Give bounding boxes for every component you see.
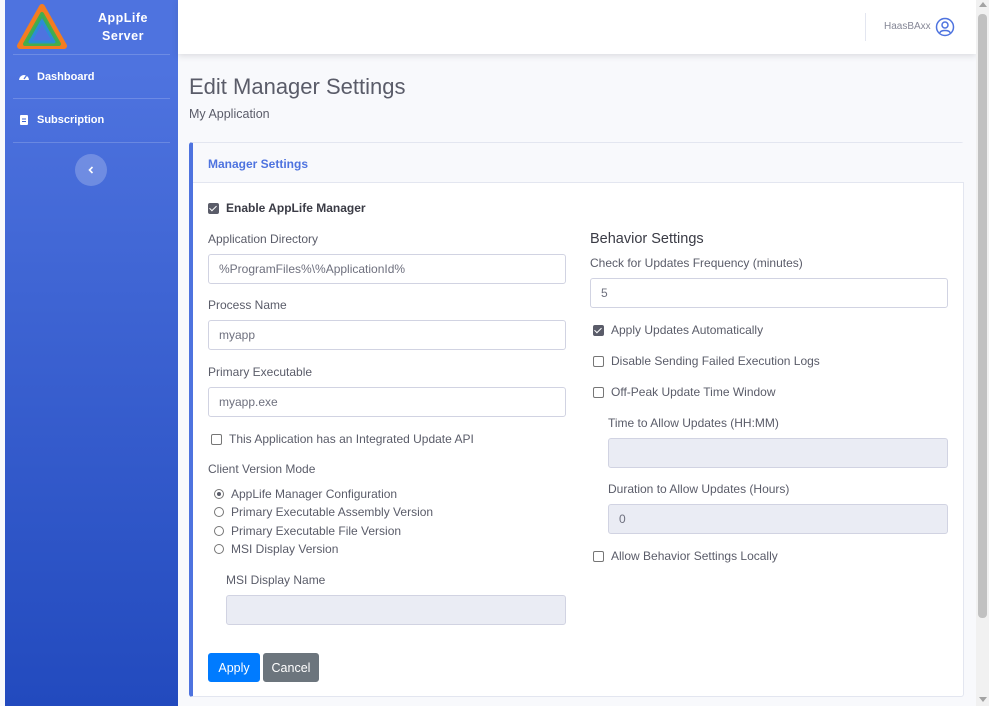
app-directory-label: Application Directory xyxy=(208,232,319,246)
sidebar-item-label: Dashboard xyxy=(37,71,95,83)
brand-name: AppLife Server xyxy=(83,9,163,45)
msi-display-name-label: MSI Display Name xyxy=(226,573,326,587)
applife-logo-icon xyxy=(17,4,67,49)
radio-unselected-icon[interactable] xyxy=(214,526,224,536)
scroll-down-icon[interactable] xyxy=(979,697,987,702)
sidebar-divider xyxy=(13,98,170,99)
topbar: HaasBAxx xyxy=(178,0,976,54)
scrollbar-thumb[interactable] xyxy=(978,14,987,618)
allow-local-checkbox[interactable]: Allow Behavior Settings Locally xyxy=(593,549,778,563)
radio-unselected-icon[interactable] xyxy=(214,544,224,554)
radio-msi-display-version[interactable]: MSI Display Version xyxy=(214,542,338,556)
checkbox-checked-icon[interactable] xyxy=(593,324,604,336)
sidebar-item-dashboard[interactable]: Dashboard xyxy=(18,67,94,87)
apply-auto-label: Apply Updates Automatically xyxy=(611,323,764,337)
card-title: Manager Settings xyxy=(208,157,309,171)
primary-executable-label: Primary Executable xyxy=(208,365,313,379)
page-subtitle: My Application xyxy=(189,107,270,121)
user-circle-icon[interactable] xyxy=(935,17,955,37)
topbar-divider xyxy=(865,13,866,41)
off-peak-label: Off-Peak Update Time Window xyxy=(611,385,776,399)
frequency-label: Check for Updates Frequency (minutes) xyxy=(590,256,803,270)
chevron-left-icon xyxy=(88,166,94,174)
radio-label: MSI Display Version xyxy=(231,542,339,556)
checkbox-unchecked-icon[interactable] xyxy=(593,386,604,398)
radio-applife-manager-config[interactable]: AppLife Manager Configuration xyxy=(214,487,397,501)
brand-line-2: Server xyxy=(102,29,144,43)
process-name-label: Process Name xyxy=(208,298,287,312)
app-directory-input[interactable]: %ProgramFiles%\%ApplicationId% xyxy=(208,254,566,284)
primary-executable-input[interactable]: myapp.exe xyxy=(208,387,566,417)
checkbox-unchecked-icon[interactable] xyxy=(593,550,604,562)
enable-manager-checkbox[interactable]: Enable AppLife Manager xyxy=(208,201,366,215)
username[interactable]: HaasBAxx xyxy=(884,21,931,32)
card-header: Manager Settings xyxy=(193,143,964,183)
cancel-button[interactable]: Cancel xyxy=(263,653,319,682)
radio-assembly-version[interactable]: Primary Executable Assembly Version xyxy=(214,505,433,519)
msi-display-name-input[interactable] xyxy=(226,595,566,625)
duration-allow-label: Duration to Allow Updates (Hours) xyxy=(608,482,790,496)
enable-manager-label: Enable AppLife Manager xyxy=(226,201,366,215)
scroll-up-icon[interactable] xyxy=(979,2,987,7)
checkbox-checked-icon[interactable] xyxy=(208,202,219,214)
radio-label: AppLife Manager Configuration xyxy=(231,487,398,501)
sidebar-divider xyxy=(13,142,170,143)
apply-button[interactable]: Apply xyxy=(208,653,260,682)
duration-allow-input[interactable]: 0 xyxy=(608,504,948,534)
sidebar-divider xyxy=(13,54,170,55)
manager-settings-card: Manager Settings Enable AppLife Manager … xyxy=(189,142,964,697)
sidebar-item-label: Subscription xyxy=(37,114,105,126)
integrated-api-checkbox[interactable]: This Application has an Integrated Updat… xyxy=(211,432,474,446)
disable-logs-checkbox[interactable]: Disable Sending Failed Execution Logs xyxy=(593,354,820,368)
time-allow-label: Time to Allow Updates (HH:MM) xyxy=(608,416,779,430)
process-name-input[interactable]: myapp xyxy=(208,320,566,350)
sidebar-brand[interactable]: AppLife Server xyxy=(5,0,178,54)
checkbox-unchecked-icon[interactable] xyxy=(211,433,222,445)
checkbox-unchecked-icon[interactable] xyxy=(593,355,604,367)
sidebar: AppLife Server Dashboard Subscription xyxy=(5,0,178,706)
radio-label: Primary Executable File Version xyxy=(231,524,402,538)
time-allow-input[interactable] xyxy=(608,438,948,468)
sidebar-item-subscription[interactable]: Subscription xyxy=(18,110,104,130)
disable-logs-label: Disable Sending Failed Execution Logs xyxy=(611,354,820,368)
behavior-settings-title: Behavior Settings xyxy=(590,231,704,247)
off-peak-checkbox[interactable]: Off-Peak Update Time Window xyxy=(593,385,776,399)
radio-file-version[interactable]: Primary Executable File Version xyxy=(214,524,401,538)
frequency-input[interactable]: 5 xyxy=(590,278,948,308)
sidebar-toggle-button[interactable] xyxy=(75,154,107,186)
page-title: Edit Manager Settings xyxy=(189,74,406,99)
integrated-api-label: This Application has an Integrated Updat… xyxy=(229,432,474,446)
brand-line-1: AppLife xyxy=(97,11,149,25)
document-icon xyxy=(20,115,28,125)
radio-selected-icon[interactable] xyxy=(214,489,224,499)
radio-label: Primary Executable Assembly Version xyxy=(231,505,434,519)
radio-unselected-icon[interactable] xyxy=(214,507,224,517)
allow-local-label: Allow Behavior Settings Locally xyxy=(611,549,778,563)
gauge-icon xyxy=(19,75,29,80)
client-version-mode-label: Client Version Mode xyxy=(208,462,316,476)
apply-auto-checkbox[interactable]: Apply Updates Automatically xyxy=(593,323,763,337)
